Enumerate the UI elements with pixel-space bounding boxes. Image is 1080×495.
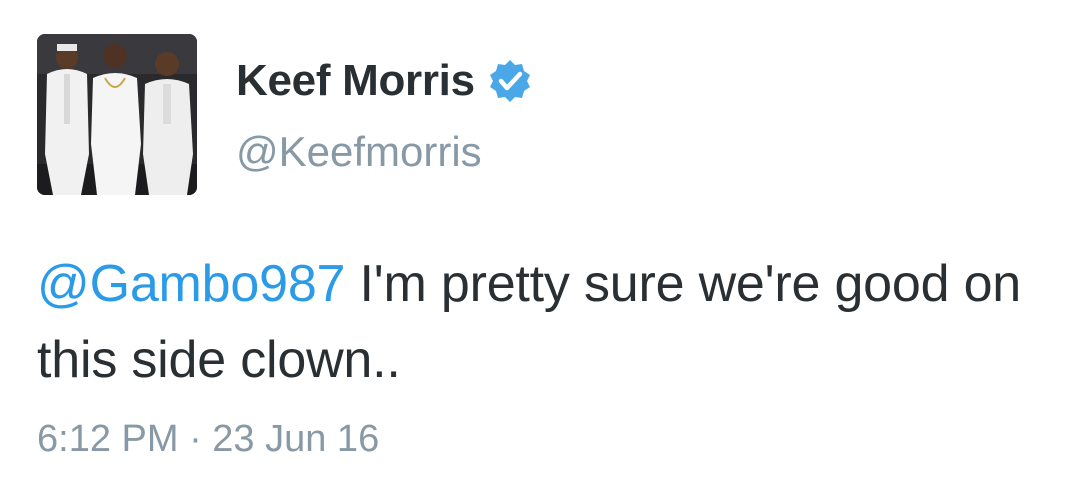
tweet-text: @Gambo987 I'm pretty sure we're good on …	[37, 246, 1047, 398]
author-row: Keef Morris	[236, 58, 533, 104]
avatar-photo	[37, 34, 197, 195]
tweet-timestamp[interactable]: 6:12 PM · 23 Jun 16	[37, 420, 379, 458]
author-handle[interactable]: @Keefmorris	[236, 131, 482, 173]
avatar[interactable]	[37, 34, 197, 195]
display-name[interactable]: Keef Morris	[236, 59, 475, 103]
verified-badge-icon	[487, 58, 533, 104]
mention-link[interactable]: @Gambo987	[37, 255, 345, 313]
